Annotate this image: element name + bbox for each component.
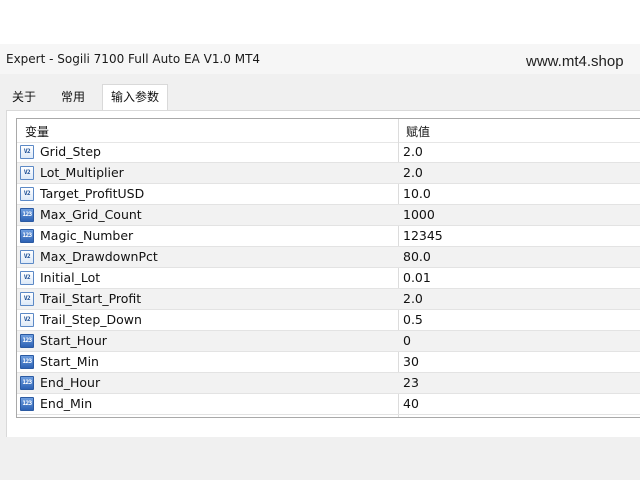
double-value-icon: V2 [20,271,34,285]
table-row[interactable]: 123 End_Min 40 [17,394,640,415]
parameter-name: End_Hour [40,375,101,390]
parameter-value[interactable]: 40 [403,396,419,411]
table-row[interactable]: V2 Grid_Step 2.0 [17,142,640,163]
parameter-name: Trail_Step_Down [40,312,142,327]
table-row[interactable]: V2 Trail_Start_Profit 2.0 [17,289,640,310]
parameter-value[interactable]: 1000 [403,207,435,222]
table-row[interactable]: V2 Target_ProfitUSD 10.0 [17,184,640,205]
parameter-value[interactable]: 0.5 [403,312,423,327]
parameter-value[interactable]: 23 [403,375,419,390]
double-value-icon: V2 [20,313,34,327]
tab-about[interactable]: 关于 [4,86,44,108]
parameter-name: Start_Min [40,354,99,369]
double-value-icon: V2 [20,292,34,306]
double-value-icon: V2 [20,250,34,264]
table-row[interactable]: V2 Max_DrawdownPct 80.0 [17,247,640,268]
parameter-value[interactable]: 0 [403,333,411,348]
column-header-variable[interactable]: 变量 [25,123,49,140]
table-row[interactable]: 123 Max_Grid_Count 1000 [17,205,640,226]
table-row[interactable]: V2 Trail_Step_Down 0.5 [17,310,640,331]
table-row[interactable]: V2 Lot_Multiplier 2.0 [17,163,640,184]
parameter-value[interactable]: 2.0 [403,165,423,180]
table-row[interactable]: 123 Start_Hour 0 [17,331,640,352]
parameter-name: Start_Hour [40,333,107,348]
parameter-name: Max_DrawdownPct [40,249,158,264]
table-header: 变量 赋值 [17,119,640,143]
column-header-value[interactable]: 赋值 [406,123,430,140]
parameter-value[interactable]: 30 [403,354,419,369]
integer-value-icon: 123 [20,355,34,369]
parameter-name: Magic_Number [40,228,134,243]
table-row[interactable]: 123 End_Hour 23 [17,373,640,394]
expert-properties-dialog: Expert - Sogili 7100 Full Auto EA V1.0 M… [0,0,640,480]
integer-value-icon: 123 [20,334,34,348]
integer-value-icon: 123 [20,376,34,390]
parameter-value[interactable]: 80.0 [403,249,431,264]
parameter-value[interactable]: 2.0 [403,291,423,306]
parameter-name: Lot_Multiplier [40,165,124,180]
table-row[interactable]: 123 Magic_Number 12345 [17,226,640,247]
integer-value-icon: 123 [20,208,34,222]
parameter-name: Initial_Lot [40,270,101,285]
double-value-icon: V2 [20,166,34,180]
parameter-name: Target_ProfitUSD [40,186,145,201]
integer-value-icon: 123 [20,229,34,243]
parameter-value[interactable]: 0.01 [403,270,431,285]
tab-common[interactable]: 常用 [53,86,93,108]
parameter-name: Grid_Step [40,144,101,159]
top-background [0,0,640,44]
parameter-name: End_Min [40,396,93,411]
double-value-icon: V2 [20,145,34,159]
double-value-icon: V2 [20,187,34,201]
tab-input-parameters[interactable]: 输入参数 [102,84,169,110]
parameter-value[interactable]: 2.0 [403,144,423,159]
table-row[interactable]: V2 Initial_Lot 0.01 [17,268,640,289]
table-row[interactable]: 123 Start_Min 30 [17,352,640,373]
watermark-text: www.mt4.shop [526,53,624,70]
window-title: Expert - Sogili 7100 Full Auto EA V1.0 M… [6,52,261,66]
parameter-value[interactable]: 10.0 [403,186,431,201]
parameter-name: Max_Grid_Count [40,207,142,222]
parameter-name: Trail_Start_Profit [40,291,142,306]
parameters-table: 变量 赋值 V2 Grid_Step 2.0 V2 Lot_Multiplier 2.0 V… [16,118,640,418]
integer-value-icon: 123 [20,397,34,411]
parameter-value[interactable]: 12345 [403,228,443,243]
